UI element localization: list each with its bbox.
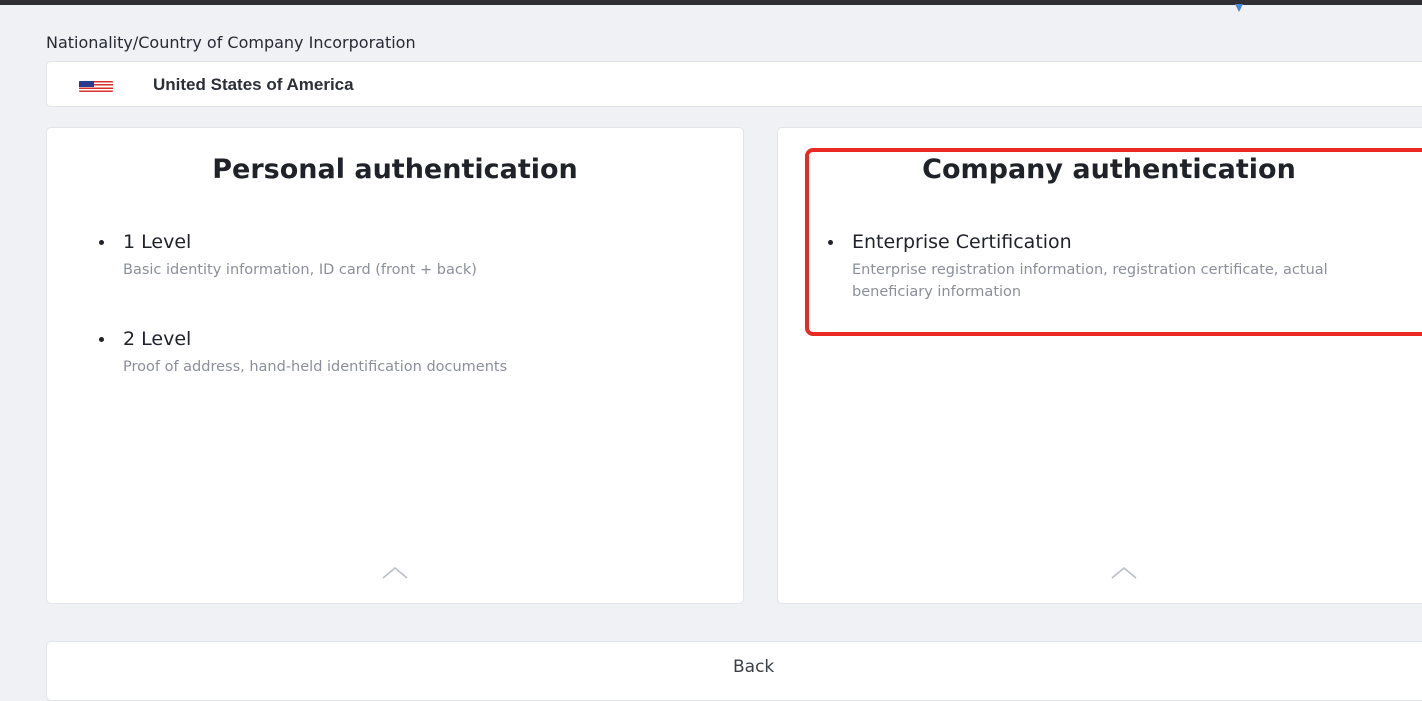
bullet-icon <box>99 240 104 245</box>
level-1-description: Basic identity information, ID card (fro… <box>123 262 477 278</box>
level-1-title: 1 Level <box>123 231 192 253</box>
caret-down-icon <box>1235 4 1243 12</box>
company-authentication-card[interactable]: Company authentication Enterprise Certif… <box>777 127 1422 604</box>
chevron-up-icon[interactable] <box>1110 564 1138 580</box>
personal-level-2-item: 2 Level Proof of address, hand-held iden… <box>77 327 597 378</box>
bullet-icon <box>99 337 104 342</box>
top-divider-line <box>0 0 1422 5</box>
level-2-title: 2 Level <box>123 328 192 350</box>
chevron-up-icon[interactable] <box>381 564 409 580</box>
us-flag-icon <box>79 81 113 92</box>
enterprise-certification-description: Enterprise registration information, reg… <box>852 262 1328 300</box>
personal-authentication-card[interactable]: Personal authentication 1 Level Basic id… <box>46 127 744 604</box>
country-selected-value: United States of America <box>153 75 354 94</box>
enterprise-certification-item: Enterprise Certification Enterprise regi… <box>806 230 1386 303</box>
enterprise-certification-title: Enterprise Certification <box>852 231 1072 253</box>
level-2-description: Proof of address, hand-held identificati… <box>123 359 508 375</box>
country-select[interactable]: United States of America <box>46 61 1422 107</box>
personal-level-1-item: 1 Level Basic identity information, ID c… <box>77 230 477 281</box>
back-button[interactable]: Back <box>46 641 1422 701</box>
back-button-label: Back <box>733 657 775 677</box>
bullet-icon <box>828 240 833 245</box>
company-authentication-title: Company authentication <box>922 154 1296 185</box>
personal-authentication-title: Personal authentication <box>212 154 578 185</box>
nationality-field-label: Nationality/Country of Company Incorpora… <box>46 33 416 52</box>
